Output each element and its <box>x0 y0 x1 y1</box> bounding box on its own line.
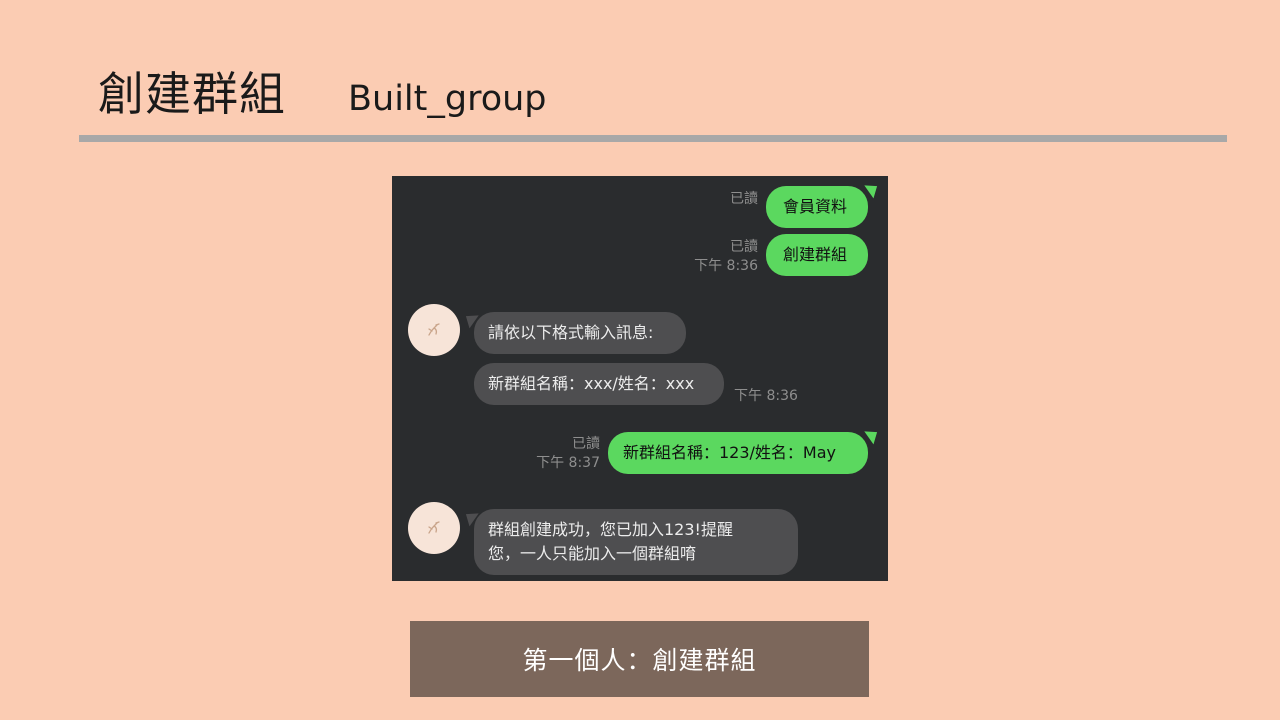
message-bubble-incoming[interactable]: 請依以下格式輸入訊息: <box>474 312 686 354</box>
title-chinese: 創建群組 <box>98 67 286 121</box>
message-bubble-incoming[interactable]: 群組創建成功，您已加入123!提醒 您，一人只能加入一個群組唷 <box>474 509 798 575</box>
slide-title: 創建群組 Built_group <box>98 58 547 121</box>
read-receipt: 已讀 <box>730 239 758 255</box>
message-time: 下午 8:36 <box>694 258 758 274</box>
message-text: 新群組名稱：xxx/姓名：xxx <box>488 374 695 393</box>
read-receipt: 已讀 <box>572 436 600 452</box>
message-text-line: 群組創建成功，您已加入123!提醒 <box>488 520 733 539</box>
bird-icon <box>428 521 440 534</box>
bird-icon <box>428 323 440 336</box>
bubble-tail <box>864 425 882 445</box>
message-bubble-outgoing[interactable]: 創建群組 <box>766 234 868 276</box>
title-divider <box>79 135 1227 142</box>
caption-box: 第一個人：創建群組 <box>410 621 869 697</box>
message-bubble-outgoing[interactable]: 新群組名稱：123/姓名：May <box>608 432 868 474</box>
message-text: 會員資料 <box>783 197 848 216</box>
message-text-line: 您，一人只能加入一個群組唷 <box>488 544 697 563</box>
message-text: 新群組名稱：123/姓名：May <box>623 443 837 462</box>
message-meta: 已讀 下午 8:36 <box>682 238 758 276</box>
message-bubble-outgoing[interactable]: 會員資料 <box>766 186 868 228</box>
title-english: Built_group <box>348 79 547 119</box>
chat-screenshot: 已讀 會員資料 已讀 下午 8:36 創建群組 請依以下格式輸入訊息: 新群組名… <box>392 176 888 581</box>
message-bubble-incoming[interactable]: 新群組名稱：xxx/姓名：xxx <box>474 363 724 405</box>
caption-text: 第一個人：創建群組 <box>522 646 757 675</box>
message-time: 下午 8:36 <box>734 388 798 404</box>
message-text: 創建群組 <box>783 245 848 264</box>
bubble-tail <box>864 179 882 199</box>
read-receipt: 已讀 <box>730 191 758 207</box>
message-time: 下午 8:37 <box>536 455 600 471</box>
bot-avatar-icon[interactable] <box>408 304 460 356</box>
bot-avatar-icon[interactable] <box>408 502 460 554</box>
message-meta: 已讀 <box>692 190 758 209</box>
message-meta: 已讀 下午 8:37 <box>522 435 600 473</box>
message-text: 請依以下格式輸入訊息: <box>488 323 654 342</box>
